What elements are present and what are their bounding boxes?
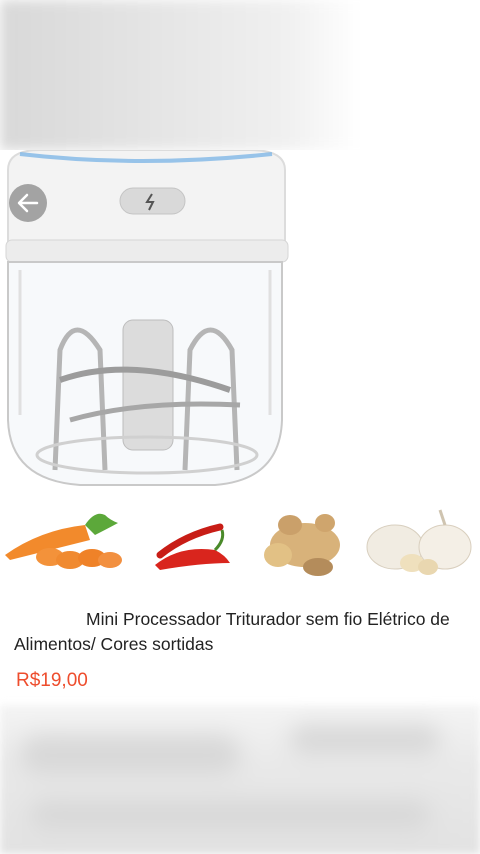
product-title-text: Mini Processador Triturador sem fio Elét…: [14, 609, 450, 654]
arrow-left-icon: [17, 193, 39, 213]
product-title: Mini Processador Triturador sem fio Elét…: [14, 607, 464, 657]
product-image: [0, 149, 480, 510]
blurred-header-overlay: [0, 0, 480, 150]
back-button[interactable]: [9, 184, 47, 222]
ingredients-illustration: [0, 505, 480, 585]
chili-image: [155, 523, 230, 570]
blurred-footer-overlay: [0, 705, 480, 854]
garlic-image: [366, 509, 472, 575]
product-price: R$19,00: [16, 670, 88, 691]
ginger-image: [264, 514, 340, 576]
carrot-image: [5, 513, 122, 569]
